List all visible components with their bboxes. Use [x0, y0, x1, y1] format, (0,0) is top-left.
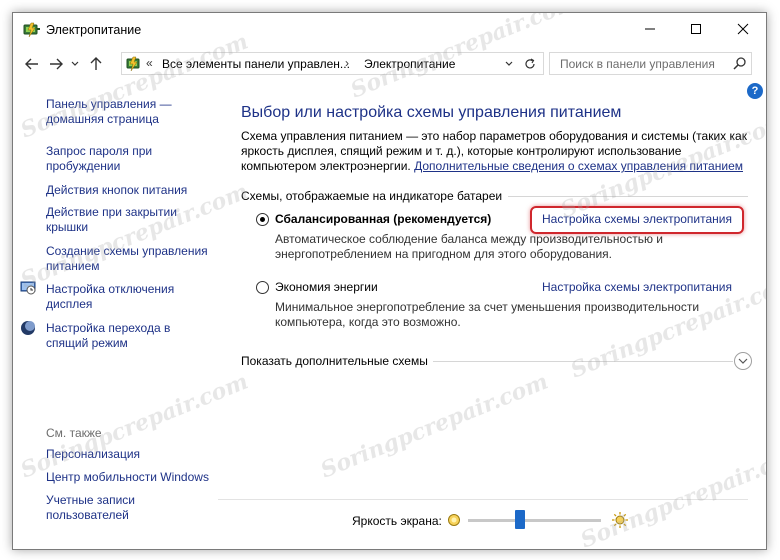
search-icon[interactable]: [732, 56, 748, 72]
moon-icon: [20, 320, 36, 336]
control-panel-icon: [126, 56, 142, 72]
control-panel-window: Электропитание « Все элементы панели упр…: [12, 12, 767, 550]
intro-text: Схема управления питанием — это набор па…: [241, 129, 751, 174]
sidebar-item-sleep[interactable]: Настройка перехода в спящий режим: [46, 321, 211, 351]
sidebar-item-display-off[interactable]: Настройка отключения дисплея: [46, 282, 211, 312]
brightness-low-icon: [447, 513, 461, 527]
chevron-down-icon: [71, 61, 79, 66]
see-also-mobility-center[interactable]: Центр мобильности Windows: [46, 470, 221, 485]
show-additional-plans-label[interactable]: Показать дополнительные схемы: [241, 354, 428, 368]
maximize-icon: [691, 24, 701, 34]
brightness-slider-thumb[interactable]: [514, 510, 525, 529]
maximize-button[interactable]: [673, 13, 719, 45]
sidebar-item-create-plan[interactable]: Создание схемы управления питанием: [46, 244, 211, 274]
plan-balanced-name[interactable]: Сбалансированная (рекомендуется): [275, 212, 491, 226]
section-divider: [508, 196, 748, 197]
navigation-bar: « Все элементы панели управлен... › Элек…: [13, 47, 766, 81]
sidebar-item-lid-close[interactable]: Действие при закрытии крышки: [46, 205, 211, 235]
left-task-pane: Панель управления — домашняя страница За…: [13, 81, 223, 549]
plan-balanced-radio[interactable]: [256, 213, 269, 226]
refresh-button[interactable]: [521, 56, 539, 72]
page-title: Выбор или настройка схемы управления пит…: [241, 104, 622, 121]
chevron-down-icon: [505, 61, 513, 66]
recent-locations-button[interactable]: [67, 53, 83, 75]
brightness-slider-track[interactable]: [468, 519, 601, 522]
forward-button[interactable]: [45, 53, 67, 75]
breadcrumb-all-control-panel-items[interactable]: Все элементы панели управлен...: [162, 57, 350, 71]
brightness-label: Яркость экрана:: [352, 514, 442, 528]
plan-power-saver-settings-link[interactable]: Настройка схемы электропитания: [542, 280, 732, 294]
section-heading: Схемы, отображаемые на индикаторе батаре…: [241, 189, 503, 203]
refresh-icon: [525, 58, 535, 69]
chevron-down-icon: [738, 358, 748, 364]
bottom-divider: [218, 499, 748, 500]
plan-power-saver-radio[interactable]: [256, 281, 269, 294]
close-button[interactable]: [720, 13, 766, 45]
back-button[interactable]: [21, 53, 43, 75]
address-overflow-chevron[interactable]: «: [146, 56, 153, 70]
watermark: Soringpcrepair.com: [576, 438, 767, 550]
expand-additional-plans-button[interactable]: [734, 352, 752, 370]
see-also-personalization[interactable]: Персонализация: [46, 447, 216, 462]
display-icon: [20, 280, 36, 296]
power-options-icon: [23, 22, 41, 38]
breadcrumb-separator[interactable]: ›: [345, 56, 349, 70]
see-also-user-accounts[interactable]: Учетные записи пользователей: [46, 493, 166, 523]
see-also-heading: См. также: [46, 426, 102, 440]
breadcrumb-power-options[interactable]: Электропитание: [364, 57, 455, 71]
sidebar-item-require-password[interactable]: Запрос пароля при пробуждении: [46, 144, 211, 174]
more-info-link[interactable]: Дополнительные сведения о схемах управле…: [414, 159, 743, 173]
search-input[interactable]: Поиск в панели управления: [549, 52, 752, 75]
address-dropdown-button[interactable]: [500, 56, 518, 72]
additional-plans-divider: [433, 361, 733, 362]
watermark: Soringpcrepair.com: [316, 368, 552, 484]
window-title: Электропитание: [46, 23, 142, 37]
plan-power-saver-description: Минимальное энергопотребление за счет ум…: [275, 300, 700, 329]
minimize-icon: [645, 28, 655, 30]
address-bar[interactable]: « Все элементы панели управлен... › Элек…: [121, 52, 544, 75]
brightness-high-icon: [611, 511, 629, 529]
highlight-annotation: [530, 206, 744, 234]
plan-balanced-description: Автоматическое соблюдение баланса между …: [275, 232, 664, 261]
minimize-button[interactable]: [627, 13, 673, 45]
arrow-left-icon: [25, 58, 38, 70]
close-icon: [737, 23, 749, 35]
sidebar-item-control-panel-home[interactable]: Панель управления — домашняя страница: [46, 97, 211, 127]
arrow-up-icon: [90, 57, 102, 70]
up-button[interactable]: [85, 53, 107, 75]
sidebar-item-power-buttons[interactable]: Действия кнопок питания: [46, 183, 211, 198]
help-button[interactable]: ?: [747, 83, 763, 99]
arrow-right-icon: [50, 58, 63, 70]
plan-power-saver-name[interactable]: Экономия энергии: [275, 280, 378, 294]
search-placeholder: Поиск в панели управления: [560, 57, 715, 71]
title-bar: Электропитание: [13, 13, 766, 47]
